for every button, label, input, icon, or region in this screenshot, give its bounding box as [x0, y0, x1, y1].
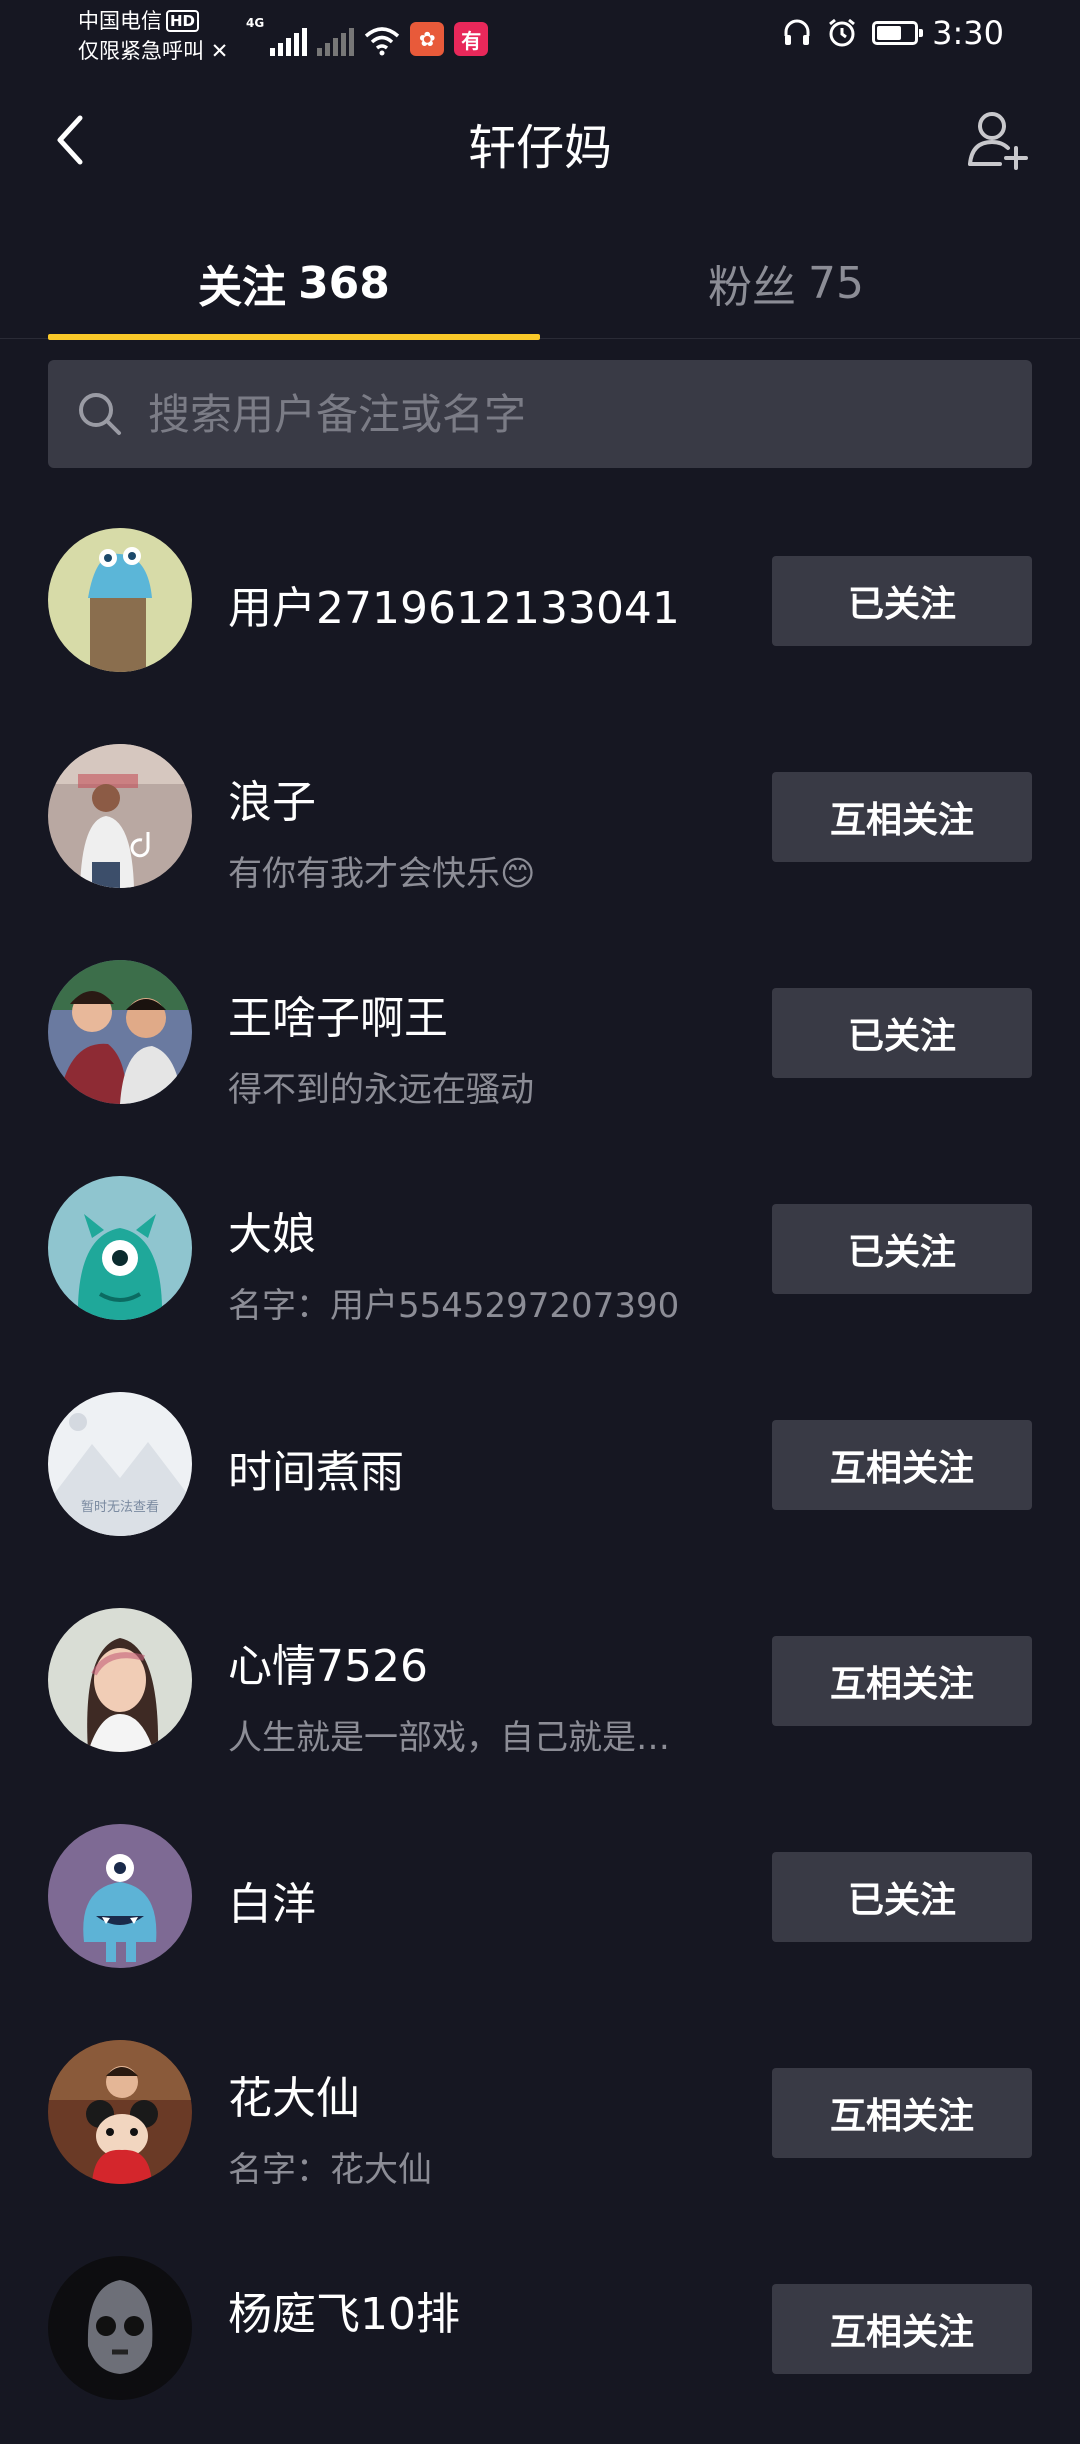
- avatar[interactable]: [48, 1824, 192, 1968]
- network-type: 4G: [246, 16, 265, 30]
- tab-following[interactable]: 关注 368: [48, 228, 540, 338]
- list-item[interactable]: 暂时无法查看 时间煮雨 互相关注: [0, 1364, 1080, 1580]
- follow-status-button[interactable]: 互相关注: [772, 772, 1032, 862]
- wifi-icon: [365, 27, 400, 56]
- add-user-icon: [968, 112, 1028, 170]
- tab-following-count: 368: [298, 257, 390, 309]
- list-item[interactable]: 心情7526 人生就是一部戏，自己就是… 互相关注: [0, 1580, 1080, 1796]
- avatar[interactable]: [48, 528, 192, 672]
- status-bar: 中国电信 HD 仅限紧急呼叫 ✕ 4G ✿ 有 3:30: [0, 0, 1080, 72]
- user-signature: 名字：花大仙: [228, 2150, 432, 2190]
- user-name: 心情7526: [228, 1641, 428, 1692]
- list-item[interactable]: 用户2719612133041 已关注: [0, 500, 1080, 716]
- list-item[interactable]: 花大仙 名字：花大仙 互相关注: [0, 2012, 1080, 2228]
- avatar[interactable]: [48, 960, 192, 1104]
- emergency-text: 仅限紧急呼叫: [78, 39, 204, 63]
- hd-badge: HD: [166, 10, 200, 32]
- user-name: 浪子: [228, 777, 316, 828]
- list-item[interactable]: 浪子 有你有我才会快乐😊 互相关注: [0, 716, 1080, 932]
- user-name: 白洋: [228, 1879, 316, 1930]
- signal-icon: [270, 28, 308, 56]
- user-signature: 名字：用户5545297207390: [228, 1286, 680, 1326]
- search-input[interactable]: [146, 388, 1032, 440]
- page-title: 轩仔妈: [467, 120, 612, 176]
- user-name: 杨庭飞10排: [228, 2289, 460, 2340]
- follow-status-button[interactable]: 互相关注: [772, 2284, 1032, 2374]
- user-name: 用户2719612133041: [228, 583, 680, 634]
- follow-status-button[interactable]: 已关注: [772, 988, 1032, 1078]
- avatar[interactable]: [48, 2256, 192, 2400]
- follow-status-button[interactable]: 互相关注: [772, 2068, 1032, 2158]
- search-icon: [79, 393, 121, 435]
- follow-status-button[interactable]: 已关注: [772, 1852, 1032, 1942]
- avatar-placeholder-text: 暂时无法查看: [80, 1500, 159, 1515]
- alarm-icon: [829, 18, 856, 47]
- no-call-icon: ✕: [210, 39, 229, 63]
- list-item[interactable]: 白洋 已关注: [0, 1796, 1080, 2012]
- tab-fans-count: 75: [808, 257, 864, 309]
- header: 轩仔妈: [0, 90, 1080, 190]
- tab-bar: 关注 368 粉丝 75: [0, 228, 1080, 340]
- avatar[interactable]: [48, 1176, 192, 1320]
- user-name: 大娘: [228, 1209, 316, 1260]
- user-signature: 有你有我才会快乐😊: [228, 854, 536, 894]
- signal-sim2-icon: [317, 28, 355, 56]
- avatar[interactable]: [48, 2040, 192, 2184]
- avatar[interactable]: 暂时无法查看: [48, 1392, 192, 1536]
- avatar[interactable]: [48, 744, 192, 888]
- user-signature: 得不到的永远在骚动: [228, 1070, 534, 1110]
- avatar[interactable]: [48, 1608, 192, 1752]
- list-item[interactable]: 王啥子啊王 得不到的永远在骚动 已关注: [0, 932, 1080, 1148]
- user-name: 时间煮雨: [228, 1447, 404, 1498]
- user-name: 花大仙: [228, 2073, 360, 2124]
- tab-indicator: [48, 334, 540, 340]
- status-right: 3:30: [782, 14, 1004, 52]
- user-list: 用户2719612133041 已关注 浪子 有你有我才会快乐😊 互相关注 王啥…: [0, 500, 1080, 2444]
- user-signature: 人生就是一部戏，自己就是…: [228, 1718, 670, 1758]
- clock: 3:30: [932, 14, 1004, 52]
- list-item[interactable]: 杨庭飞10排 互相关注: [0, 2228, 1080, 2444]
- carrier-info: 中国电信 HD 仅限紧急呼叫 ✕: [78, 6, 228, 66]
- follow-status-button[interactable]: 已关注: [772, 1204, 1032, 1294]
- follow-status-button[interactable]: 互相关注: [772, 1636, 1032, 1726]
- app-notification-you-icon: 有: [454, 22, 489, 56]
- carrier-name: 中国电信: [78, 9, 162, 33]
- list-item[interactable]: 大娘 名字：用户5545297207390 已关注: [0, 1148, 1080, 1364]
- search-bar: [48, 360, 1032, 468]
- user-name: 王啥子啊王: [228, 993, 448, 1044]
- add-user-button[interactable]: [962, 104, 1034, 176]
- follow-status-button[interactable]: 已关注: [772, 556, 1032, 646]
- battery-icon: [872, 21, 924, 45]
- app-notification-icon: ✿: [410, 22, 445, 56]
- tab-fans-label: 粉丝: [708, 262, 796, 313]
- network-icons: 4G ✿ 有: [246, 16, 489, 56]
- tab-following-label: 关注: [198, 262, 287, 313]
- follow-status-button[interactable]: 互相关注: [772, 1420, 1032, 1510]
- headphones-icon: [784, 19, 810, 45]
- tab-fans[interactable]: 粉丝 75: [540, 228, 1032, 338]
